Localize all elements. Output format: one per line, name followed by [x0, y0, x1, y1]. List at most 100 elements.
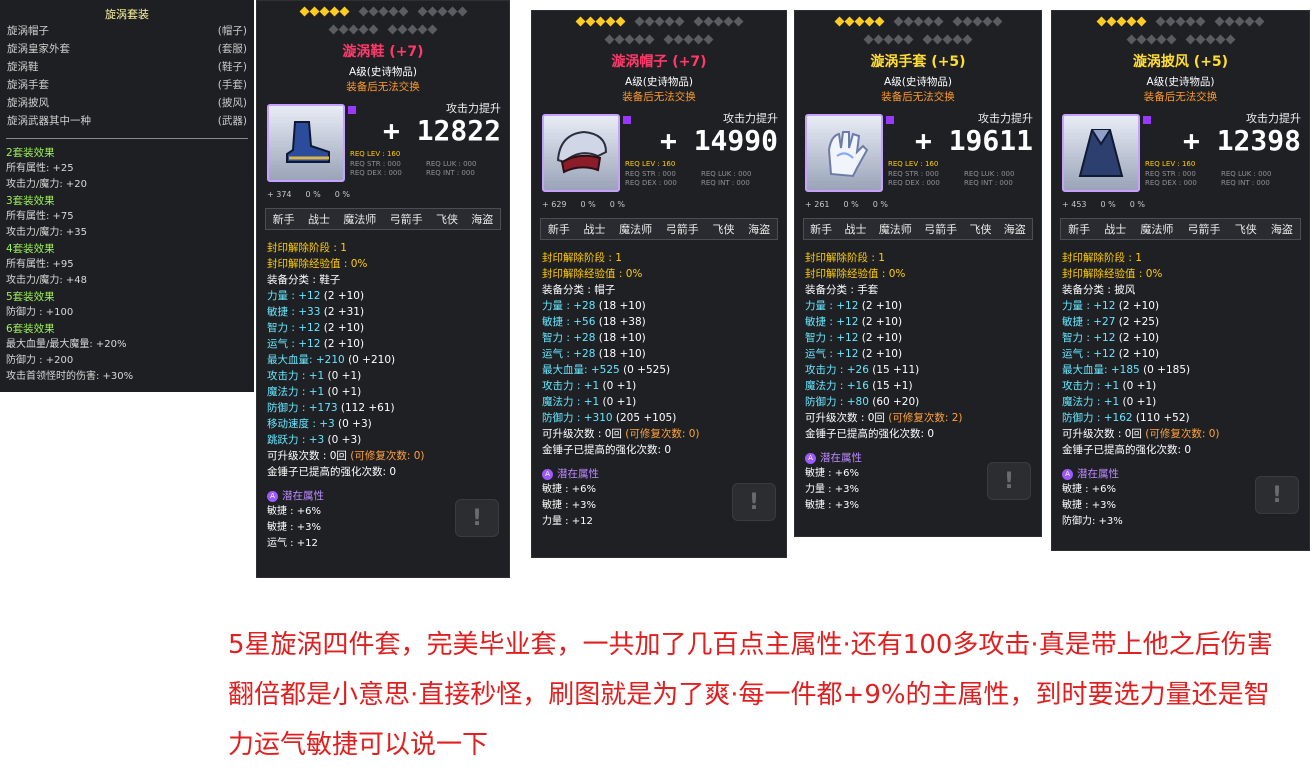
stat-part: (2 +10) — [323, 338, 365, 350]
star-icon — [893, 16, 903, 26]
stat-part: (2 +10) — [1118, 300, 1160, 312]
sub-stats-row: + 374 0 % 0 % — [267, 190, 350, 199]
sub-stat: + 453 — [1062, 200, 1087, 209]
stat-line: 魔法力 : +1 (0 +1) — [542, 394, 776, 410]
shoes-icon — [267, 104, 345, 182]
stat-line: 防御力 : +80 (60 +20) — [805, 394, 1031, 410]
stat-line: 封印解除经验值 : 0% — [805, 266, 1031, 282]
job-label: 新手 — [810, 223, 833, 236]
star-row-top — [795, 15, 1041, 27]
stat-line: 可升级次数 : 0回 (可修复次数: 0) — [1062, 426, 1299, 442]
star-icon — [1195, 16, 1206, 26]
star-icon — [1126, 34, 1136, 44]
stat-part: (0 +3) — [338, 418, 372, 430]
lock-icon: ! — [732, 483, 776, 521]
star-icon — [972, 16, 982, 26]
potential-title: A 潜在属性 — [542, 466, 776, 482]
stat-part: (0 +1) — [327, 386, 362, 398]
stat-part: (18 +10) — [598, 300, 646, 312]
caption-text: 5星旋涡四件套，完美毕业套，一共加了几百点主属性·还有100多攻击·真是带上他之… — [228, 630, 1273, 760]
job-label: 战士 — [307, 213, 330, 226]
set-item-row: 旋涡鞋 (鞋子) — [0, 58, 254, 76]
star-icon — [962, 34, 973, 44]
stat-part: 封印解除阶段 : 1 — [1062, 252, 1142, 264]
item-name: 漩涡帽子 (+7) — [611, 54, 707, 70]
star-icon — [893, 34, 904, 44]
set-effect-title: 2套装效果 — [6, 147, 55, 159]
set-effect-line: 攻击力/魔力: +35 — [6, 227, 88, 238]
star-icon — [703, 34, 714, 44]
job-label: 飞侠 — [969, 223, 992, 236]
star-icon — [378, 6, 388, 16]
star-icon — [1244, 16, 1255, 26]
epic-flag-icon — [623, 116, 631, 124]
stat-line: 封印解除阶段 : 1 — [805, 250, 1031, 266]
star-icon — [863, 34, 874, 44]
sub-stat: + 629 — [542, 200, 567, 209]
item-name: 漩涡披风 (+5) — [1132, 54, 1229, 70]
stat-line: 封印解除阶段 : 1 — [542, 250, 776, 266]
lock-icon: ! — [1255, 476, 1299, 514]
job-label: 飞侠 — [1234, 223, 1257, 236]
req-stat: REQ DEX : 000 — [1145, 179, 1197, 187]
star-icon — [427, 24, 438, 34]
star-icon — [923, 16, 933, 26]
stat-part: (112 +61) — [340, 402, 395, 414]
stat-part: 运气 : +12 — [1062, 348, 1119, 360]
star-icon — [1254, 16, 1265, 26]
stat-part: 金锤子已提高的强化次数: 0 — [542, 444, 672, 456]
star-icon — [457, 6, 467, 16]
stat-line: 可升级次数 : 0回 (可修复次数: 2) — [805, 410, 1031, 426]
star-icon — [615, 16, 625, 26]
star-icon — [1166, 34, 1176, 44]
star-icon — [654, 16, 664, 26]
stat-part: (2 +10) — [861, 332, 903, 344]
star-icon — [348, 24, 359, 34]
stat-part: (205 +105) — [615, 412, 677, 424]
star-icon — [683, 34, 694, 44]
potential-line: 运气 : +12 — [267, 538, 318, 549]
stat-part: 敏捷 : +27 — [1062, 316, 1119, 328]
star-icon — [1185, 16, 1196, 26]
star-row-top — [1052, 15, 1309, 27]
stat-part: (可修复次数: 2) — [888, 412, 963, 424]
star-icon — [903, 34, 914, 44]
item-name: 漩涡鞋 (+7) — [342, 44, 424, 60]
stat-part: 敏捷 : +33 — [267, 306, 324, 318]
stat-line: 敏捷 : +27 (2 +25) — [1062, 314, 1299, 330]
set-item-slot: (武器) — [217, 115, 247, 127]
potential-grade-icon: A — [805, 452, 816, 464]
stat-part: 封印解除经验值 : 0% — [1062, 268, 1163, 280]
req-stat: REQ STR : 000 — [1145, 170, 1196, 178]
stat-part: 敏捷 : +56 — [542, 316, 599, 328]
stat-part: (60 +20) — [872, 396, 920, 408]
stat-line: 攻击力 : +1 (0 +1) — [542, 378, 776, 394]
star-icon — [1136, 34, 1146, 44]
stat-line: 封印解除经验值 : 0% — [542, 266, 776, 282]
stat-part: 装备分类 : 帽子 — [542, 284, 616, 296]
stat-part: (0 +1) — [602, 396, 637, 408]
stat-line: 跳跃力 : +3 (0 +3) — [267, 432, 499, 448]
epic-flag-icon — [348, 106, 356, 114]
star-icon — [417, 24, 428, 34]
star-icon — [388, 6, 398, 16]
set-item-name: 旋涡手套 — [7, 79, 49, 91]
stat-line: 运气 : +12 (2 +10) — [1062, 346, 1299, 362]
req-stat: REQ STR : 000 — [350, 160, 401, 168]
star-icon — [1126, 16, 1137, 26]
job-label: 海盗 — [748, 223, 771, 236]
stat-line: 运气 : +28 (18 +10) — [542, 346, 776, 362]
stat-line: 封印解除经验值 : 0% — [267, 256, 499, 272]
star-row-bottom — [795, 33, 1041, 45]
star-icon — [952, 16, 962, 26]
stat-part: 封印解除经验值 : 0% — [805, 268, 906, 280]
star-icon — [883, 34, 894, 44]
star-icon — [614, 34, 625, 44]
item-summary: 攻击力提升 + 12398 REQ LEV : 160 REQ STR : 000 RE… — [1052, 110, 1309, 218]
item-card-cape: 漩涡披风 (+5) A级(史诗物品) 装备后无法交换 攻击力提升 + 12398 REQ … — [1051, 10, 1310, 551]
set-effect-title: 3套装效果 — [6, 195, 55, 207]
stat-part: (15 +11) — [872, 364, 920, 376]
sub-stat: 0 % — [305, 190, 321, 199]
set-effect-title: 6套装效果 — [6, 323, 55, 335]
star-icon — [1116, 16, 1127, 26]
